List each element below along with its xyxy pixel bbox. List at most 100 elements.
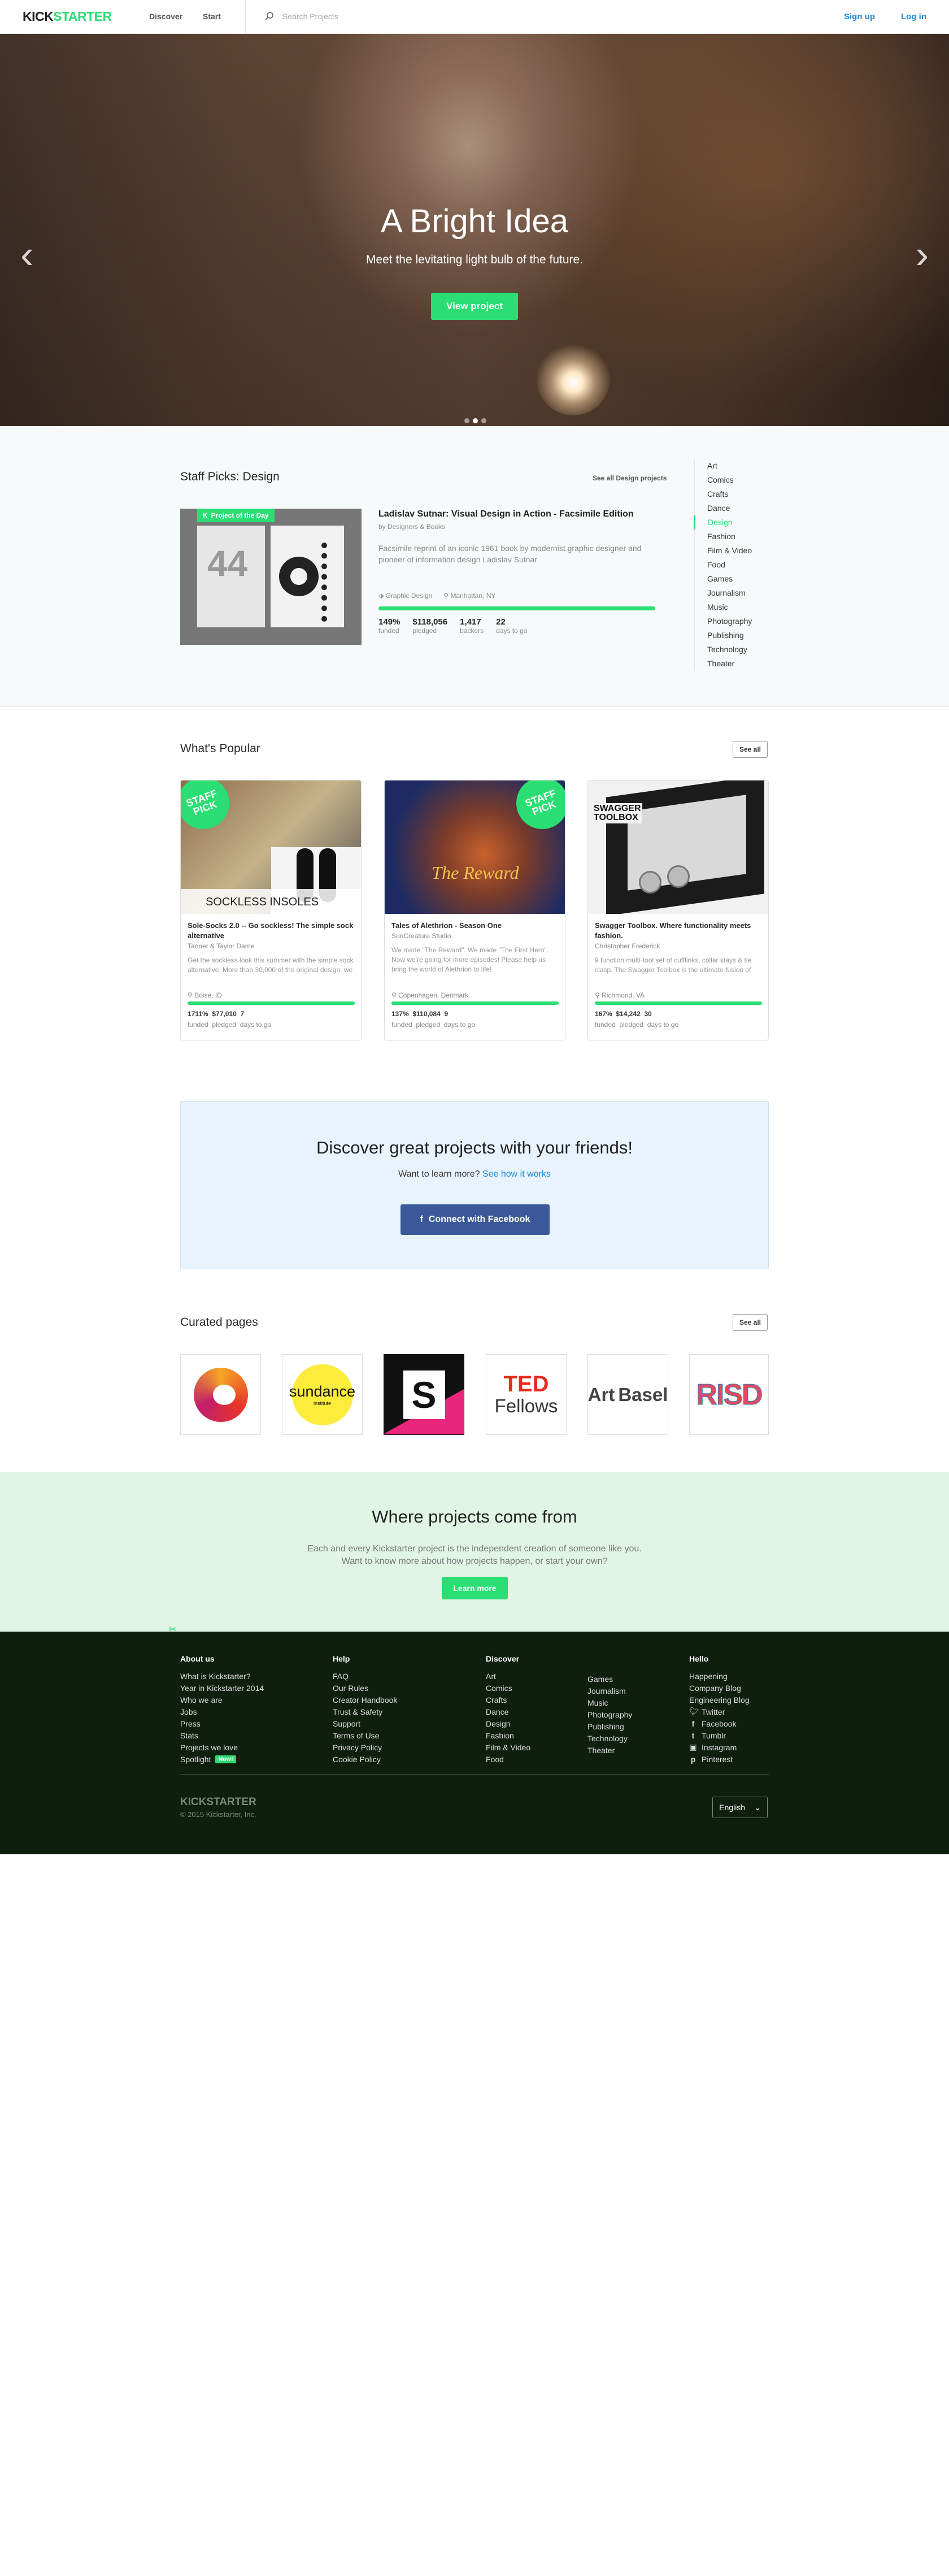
footer-link[interactable]: Music [587, 1697, 632, 1708]
footer-link[interactable]: Company Blog [689, 1682, 750, 1694]
footer-link[interactable]: Theater [587, 1744, 632, 1756]
footer-link[interactable]: Privacy Policy [333, 1741, 397, 1753]
curated-logo-s[interactable]: S [384, 1354, 464, 1435]
carousel-dot-active[interactable] [473, 418, 478, 423]
curated-logo-sundance[interactable]: sundance institute [282, 1354, 363, 1435]
search-input[interactable]: Search Projects [282, 12, 338, 21]
category-publishing[interactable]: Publishing [695, 628, 761, 643]
footer-link[interactable]: Film & Video [486, 1741, 530, 1753]
category-film-video[interactable]: Film & Video [695, 544, 761, 558]
footer-link[interactable]: Photography [587, 1708, 632, 1720]
project-card-title[interactable]: Sole-Socks 2.0 -- Go sockless! The simpl… [188, 921, 355, 941]
category-art[interactable]: Art [695, 459, 761, 473]
category-photography[interactable]: Photography [695, 614, 761, 628]
footer-link[interactable]: Comics [486, 1682, 530, 1694]
footer-link[interactable]: Games [587, 1673, 632, 1685]
popular-see-all-button[interactable]: See all [733, 741, 768, 758]
category-music[interactable]: Music [695, 600, 761, 614]
curated-logo-art-basel[interactable]: Art Basel [587, 1354, 668, 1435]
category-dance[interactable]: Dance [695, 501, 761, 515]
instagram-icon: ▣ [689, 1742, 697, 1751]
footer-link[interactable]: Journalism [587, 1685, 632, 1697]
project-card-title[interactable]: Swagger Toolbox. Where functionality mee… [595, 921, 762, 941]
project-card-title[interactable]: Tales of Alethrion - Season One [391, 921, 559, 931]
footer-link[interactable]: Publishing [587, 1720, 632, 1732]
carousel-dot[interactable] [464, 418, 469, 423]
carousel-dot[interactable] [481, 418, 486, 423]
location-tag[interactable]: ⚲ Manhattan, NY [443, 592, 495, 600]
learn-more-button[interactable]: Learn more [442, 1577, 508, 1599]
category-crafts[interactable]: Crafts [695, 487, 761, 501]
footer-link[interactable]: Year in Kickstarter 2014 [180, 1682, 264, 1694]
project-card[interactable]: The Reward STAFF PICK Tales of Alethrion … [384, 780, 565, 1040]
curated-logo-creative[interactable] [180, 1354, 261, 1435]
category-fashion[interactable]: Fashion [695, 530, 761, 544]
footer-link[interactable]: Trust & Safety [333, 1706, 397, 1718]
footer-link[interactable]: FAQ [333, 1670, 397, 1682]
footer-link[interactable]: Dance [486, 1706, 530, 1718]
category-tag[interactable]: ⬗ Graphic Design [378, 592, 432, 600]
carousel-dots [464, 418, 486, 423]
featured-project-image[interactable]: 44 K Project of the Day [180, 509, 362, 645]
footer-logo[interactable]: KICKSTARTER [180, 1796, 256, 1809]
curated-see-all-button[interactable]: See all [733, 1314, 768, 1331]
nav-start-link[interactable]: Start [203, 12, 221, 21]
footer-link[interactable]: Our Rules [333, 1682, 397, 1694]
footer-link-twitter[interactable]: 🐦︎ Twitter [689, 1706, 750, 1718]
see-how-it-works-link[interactable]: See how it works [482, 1169, 551, 1179]
connect-facebook-button[interactable]: f Connect with Facebook [401, 1204, 550, 1235]
footer-link[interactable]: Technology [587, 1732, 632, 1744]
category-technology[interactable]: Technology [695, 643, 761, 657]
footer-link-facebook[interactable]: f Facebook [689, 1718, 750, 1729]
see-all-design-link[interactable]: See all Design projects [593, 474, 667, 482]
category-journalism[interactable]: Journalism [695, 586, 761, 600]
footer-link[interactable]: Food [486, 1753, 530, 1765]
view-project-button[interactable]: View project [431, 293, 518, 320]
footer-link-spotlight[interactable]: Spotlight New! [180, 1753, 264, 1765]
login-link[interactable]: Log in [901, 12, 926, 21]
featured-project-stats: 149% funded $118,056 pledged 1,417 backers … [378, 617, 528, 635]
footer-link[interactable]: Stats [180, 1729, 264, 1741]
project-card-image[interactable]: SOCKLESS INSOLES STAFF PICK [181, 780, 361, 914]
footer-link[interactable]: Crafts [486, 1694, 530, 1706]
tag-icon: ⬗ [378, 592, 384, 600]
footer-link[interactable]: Projects we love [180, 1741, 264, 1753]
footer-link[interactable]: Press [180, 1718, 264, 1729]
category-games[interactable]: Games [695, 572, 761, 586]
footer-link[interactable]: Fashion [486, 1729, 530, 1741]
project-card[interactable]: SOCKLESS INSOLES STAFF PICK Sole-Socks 2.… [180, 780, 362, 1040]
discover-title: Discover great projects with your friend… [316, 1138, 633, 1157]
project-card-image[interactable]: SWAGGER TOOLBOX [588, 780, 768, 914]
footer-link[interactable]: Jobs [180, 1706, 264, 1718]
footer-link[interactable]: Art [486, 1670, 530, 1682]
footer-link[interactable]: Support [333, 1718, 397, 1729]
nav-discover-link[interactable]: Discover [149, 12, 182, 21]
project-card-image[interactable]: The Reward STAFF PICK [385, 780, 565, 914]
signup-link[interactable]: Sign up [844, 12, 875, 21]
footer-link[interactable]: What is Kickstarter? [180, 1670, 264, 1682]
category-food[interactable]: Food [695, 558, 761, 572]
project-of-the-day-badge: K Project of the Day [197, 509, 275, 522]
footer-link[interactable]: Engineering Blog [689, 1694, 750, 1706]
footer: ✂ About us What is Kickstarter? Year in … [0, 1624, 949, 1854]
footer-link[interactable]: Creator Handbook [333, 1694, 397, 1706]
footer-link[interactable]: Who we are [180, 1694, 264, 1706]
project-card[interactable]: SWAGGER TOOLBOX Swagger Toolbox. Where fu… [587, 780, 769, 1040]
category-comics[interactable]: Comics [695, 473, 761, 487]
category-design[interactable]: Design [694, 515, 761, 530]
footer-link-tumblr[interactable]: t Tumblr [689, 1729, 750, 1741]
where-projects-come-from-section: Where projects come from Each and every … [0, 1472, 949, 1632]
curated-logo-risd[interactable]: RISD [689, 1354, 769, 1435]
footer-link[interactable]: Cookie Policy [333, 1753, 397, 1765]
footer-link[interactable]: Happening [689, 1670, 750, 1682]
search-box[interactable]: Search Projects [264, 11, 338, 21]
footer-link-pinterest[interactable]: p Pinterest [689, 1753, 750, 1765]
category-theater[interactable]: Theater [695, 657, 761, 671]
curated-logo-ted-fellows[interactable]: TED Fellows [486, 1354, 567, 1435]
kickstarter-logo[interactable]: KICKSTARTER [23, 9, 112, 24]
footer-link-instagram[interactable]: ▣ Instagram [689, 1741, 750, 1753]
featured-project-title[interactable]: Ladislav Sutnar: Visual Design in Action… [378, 509, 634, 519]
footer-link[interactable]: Design [486, 1718, 530, 1729]
language-select[interactable]: English ⌄ [712, 1797, 768, 1818]
footer-link[interactable]: Terms of Use [333, 1729, 397, 1741]
